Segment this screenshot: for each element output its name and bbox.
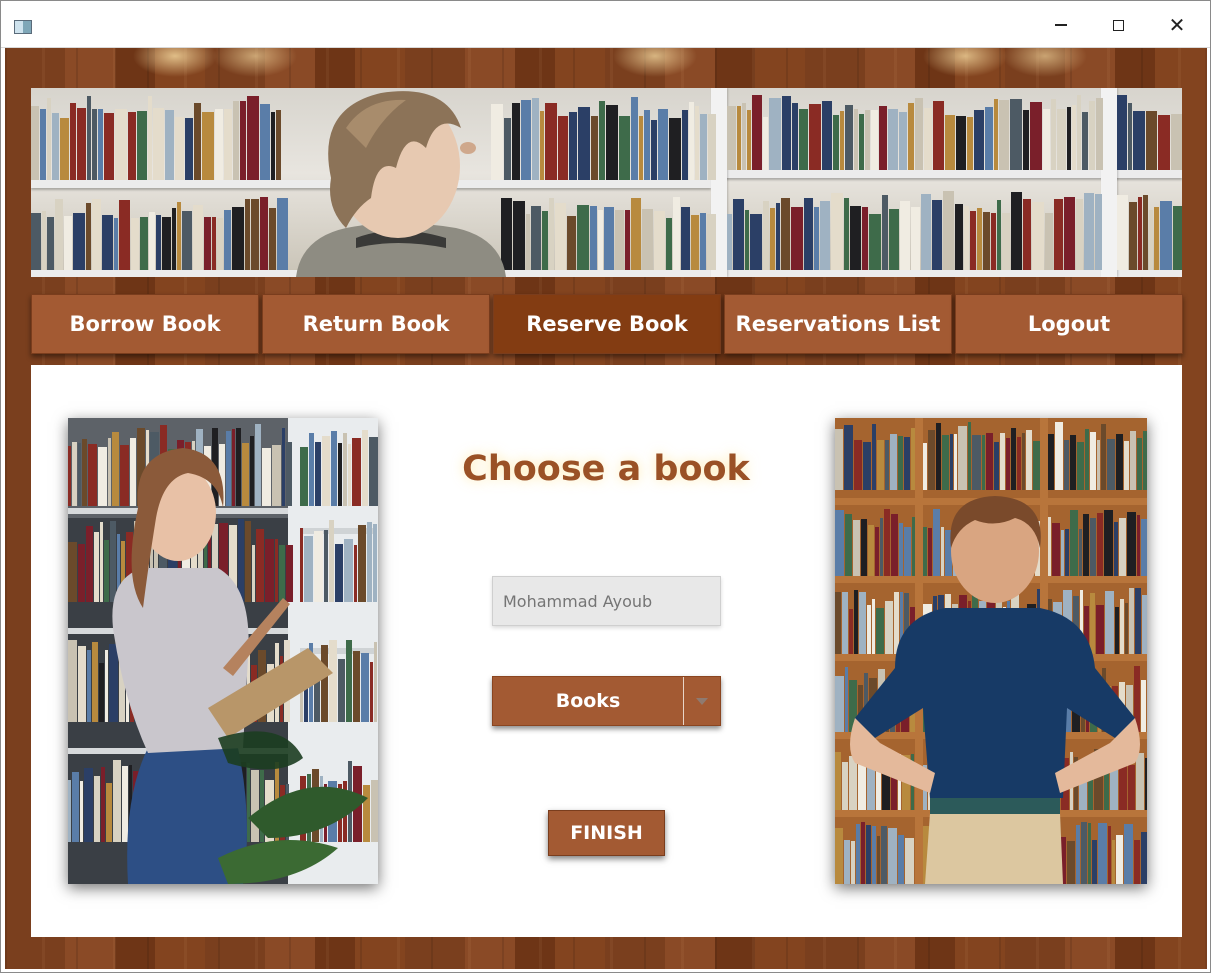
close-button[interactable]: ✕ — [1154, 9, 1200, 41]
maximize-button[interactable] — [1095, 9, 1141, 41]
close-icon: ✕ — [1168, 13, 1186, 37]
nav-reserve-book-button[interactable]: Reserve Book — [493, 294, 721, 354]
book-select-arrow-button[interactable] — [684, 677, 720, 725]
main-nav: Borrow Book Return Book Reserve Book Res… — [31, 294, 1183, 356]
library-banner-image — [31, 88, 1182, 277]
name-input[interactable] — [492, 576, 721, 626]
nav-reservations-list-button[interactable]: Reservations List — [724, 294, 952, 354]
child-figure — [296, 91, 506, 277]
chevron-down-icon — [696, 697, 708, 705]
nav-borrow-book-button[interactable]: Borrow Book — [31, 294, 259, 354]
maximize-icon — [1112, 19, 1124, 31]
app-icon — [14, 20, 32, 34]
book-select-value: Books — [555, 690, 621, 712]
finish-button[interactable]: FINISH — [548, 810, 665, 856]
app-window: ✕ Borrow Book Return Book Reserve Book R… — [0, 0, 1211, 973]
book-select[interactable]: Books — [492, 676, 721, 726]
girl-reading-photo — [68, 418, 378, 884]
title-bar[interactable]: ✕ — [1, 1, 1210, 48]
minimize-icon — [1055, 24, 1067, 26]
nav-return-book-button[interactable]: Return Book — [262, 294, 490, 354]
page-heading: Choose a book — [462, 449, 750, 489]
boy-bookshelf-photo — [835, 418, 1147, 884]
nav-logout-button[interactable]: Logout — [955, 294, 1183, 354]
minimize-button[interactable] — [1038, 9, 1084, 41]
